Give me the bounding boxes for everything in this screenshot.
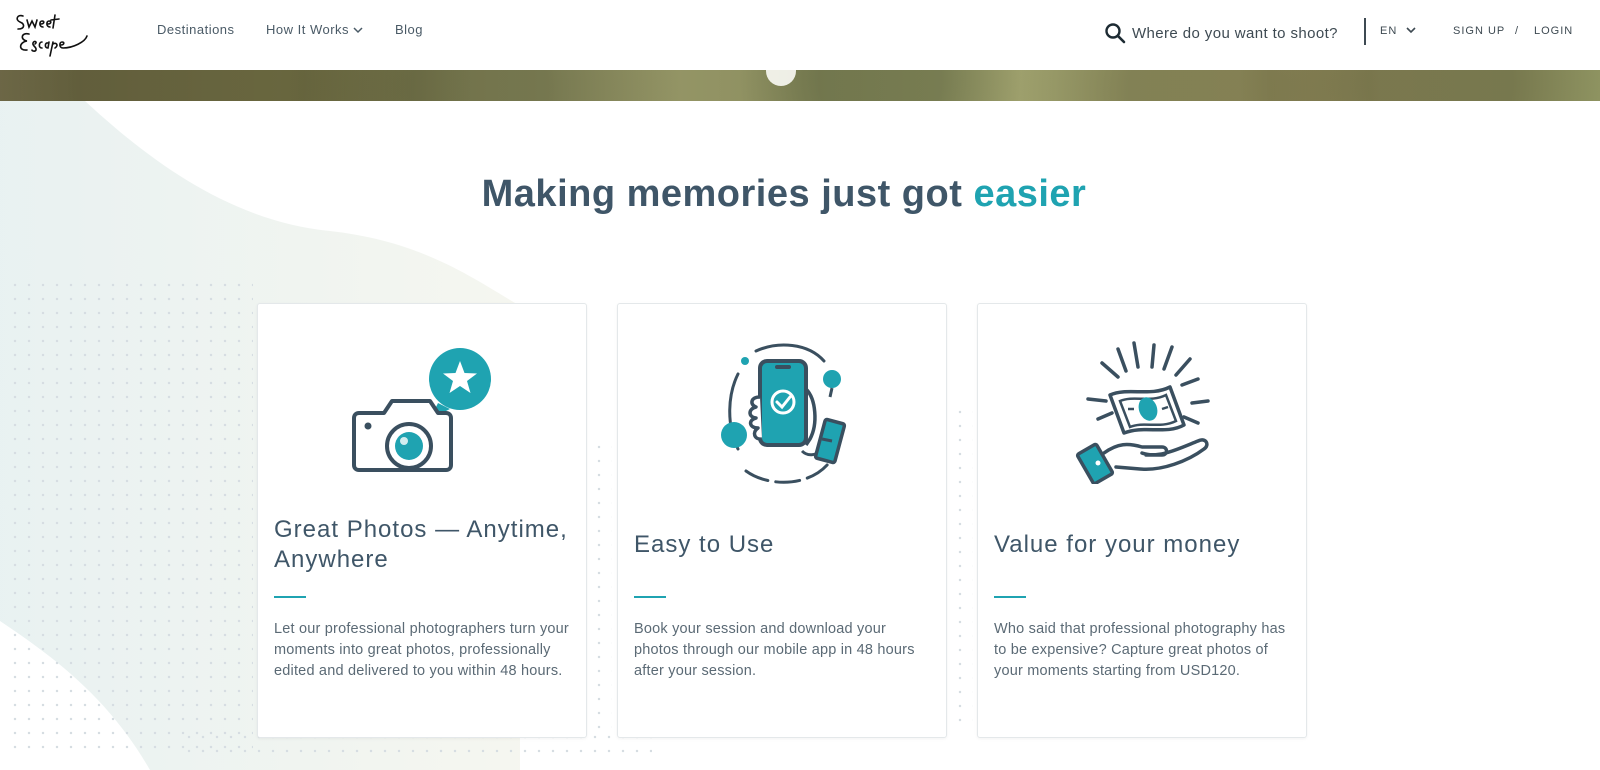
section-title-accent: easier — [973, 173, 1087, 215]
hero-texture — [0, 70, 1600, 101]
title-underline — [634, 596, 666, 598]
phone-check-icon — [721, 343, 847, 484]
top-navigation-bar: Destinations How It Works Blog EN SIGN U… — [0, 0, 1600, 70]
section-title: Making memories just got easier — [0, 173, 1568, 216]
language-selector[interactable]: EN — [1380, 25, 1397, 37]
login-link[interactable]: LOGIN — [1534, 25, 1573, 37]
sweet-escape-logo[interactable] — [11, 10, 91, 58]
auth-separator: / — [1515, 25, 1520, 37]
chevron-down-icon[interactable] — [1406, 27, 1416, 34]
nav-how-it-works-label: How It Works — [266, 22, 350, 37]
feature-card-value-for-money: Value for your money Who said that profe… — [977, 303, 1307, 738]
dot-pattern-right — [953, 405, 973, 725]
chevron-down-icon — [353, 27, 363, 34]
camera-star-icon — [352, 348, 491, 472]
hero-image — [0, 70, 1600, 101]
money-hand-icon — [1075, 341, 1210, 484]
feature-card-easy-to-use: Easy to Use Book your session and downlo… — [617, 303, 947, 738]
section-title-text: Making memories just got — [481, 173, 963, 215]
title-underline — [274, 596, 306, 598]
nav-blog[interactable]: Blog — [395, 22, 423, 37]
sign-up-link[interactable]: SIGN UP — [1453, 25, 1505, 37]
feature-title: Easy to Use — [634, 531, 775, 558]
title-underline — [994, 596, 1026, 598]
dot-pattern-left — [8, 278, 253, 758]
feature-card-great-photos: Great Photos — Anytime, Anywhere Let our… — [257, 303, 587, 738]
search-divider — [1364, 18, 1366, 45]
dot-pattern-middle — [592, 440, 612, 730]
feature-description: Let our professional photographers turn … — [274, 621, 569, 679]
search-bar — [1104, 18, 1357, 48]
feature-description: Book your session and download your phot… — [634, 621, 915, 679]
nav-destinations[interactable]: Destinations — [157, 22, 235, 37]
feature-title: Great Photos — Anytime, Anywhere — [274, 516, 568, 573]
feature-title: Value for your money — [994, 531, 1241, 558]
search-input[interactable] — [1132, 24, 1357, 42]
feature-description: Who said that professional photography h… — [994, 621, 1286, 679]
nav-how-it-works[interactable]: How It Works — [266, 22, 363, 37]
search-icon[interactable] — [1104, 22, 1126, 44]
